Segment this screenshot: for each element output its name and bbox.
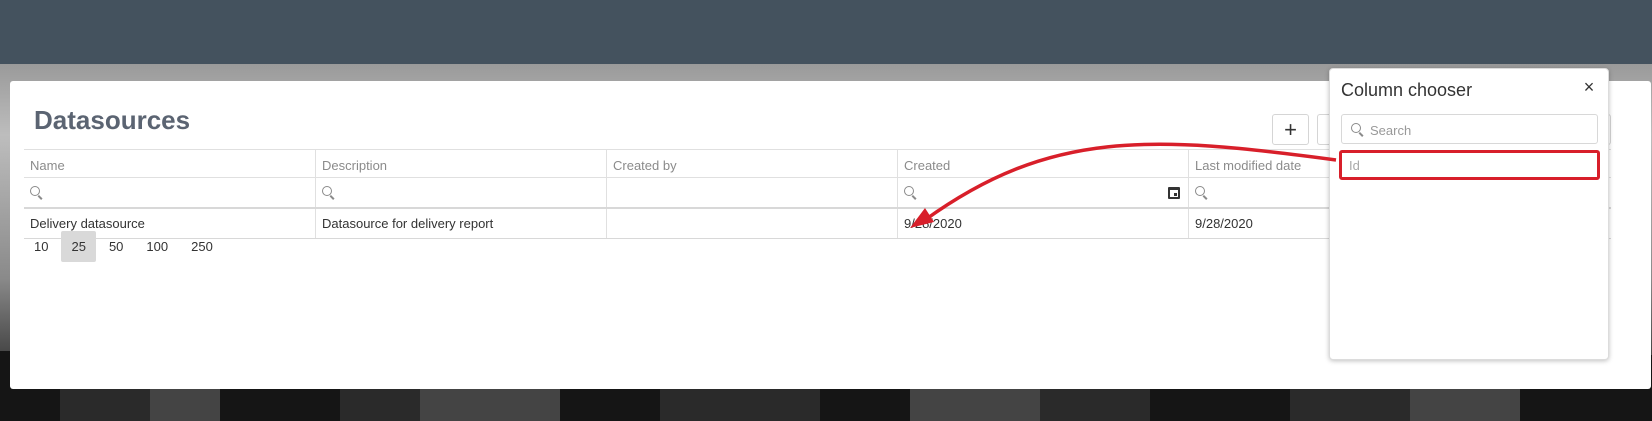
column-chooser-title: Column chooser <box>1341 80 1473 100</box>
filter-description[interactable] <box>316 178 607 207</box>
cell-created-by <box>607 209 898 238</box>
top-bar <box>0 0 1652 64</box>
search-icon <box>904 185 918 200</box>
page-size-250[interactable]: 250 <box>181 231 223 262</box>
calendar-icon[interactable] <box>1168 187 1180 199</box>
column-header-created[interactable]: Created <box>898 150 1189 177</box>
page-title: Datasources <box>34 105 191 135</box>
page-size-10[interactable]: 10 <box>24 231 58 262</box>
close-icon[interactable]: × <box>1579 77 1599 97</box>
page-size-25[interactable]: 25 <box>61 231 96 262</box>
page-size-selector: 10 25 50 100 250 <box>24 231 226 262</box>
filter-created-by[interactable] <box>607 178 898 207</box>
column-header-created-by[interactable]: Created by <box>607 150 898 177</box>
column-chooser-panel: Column chooser × Id <box>1329 68 1609 360</box>
page-size-50[interactable]: 50 <box>99 231 133 262</box>
filter-created[interactable] <box>898 178 1189 207</box>
column-chooser-search-input[interactable] <box>1370 119 1590 141</box>
column-chooser-search[interactable] <box>1341 114 1598 144</box>
search-icon <box>322 185 336 200</box>
column-header-name[interactable]: Name <box>24 150 316 177</box>
search-icon <box>1195 185 1209 200</box>
page-size-100[interactable]: 100 <box>136 231 178 262</box>
add-button[interactable]: + <box>1272 114 1309 145</box>
plus-icon: + <box>1284 116 1297 142</box>
filter-name[interactable] <box>24 178 316 207</box>
search-icon <box>1351 123 1365 137</box>
cell-created: 9/28/2020 <box>898 209 1189 238</box>
column-header-description[interactable]: Description <box>316 150 607 177</box>
cell-description: Datasource for delivery report <box>316 209 607 238</box>
search-icon <box>30 185 44 200</box>
annotation-highlight-box <box>1339 150 1600 180</box>
